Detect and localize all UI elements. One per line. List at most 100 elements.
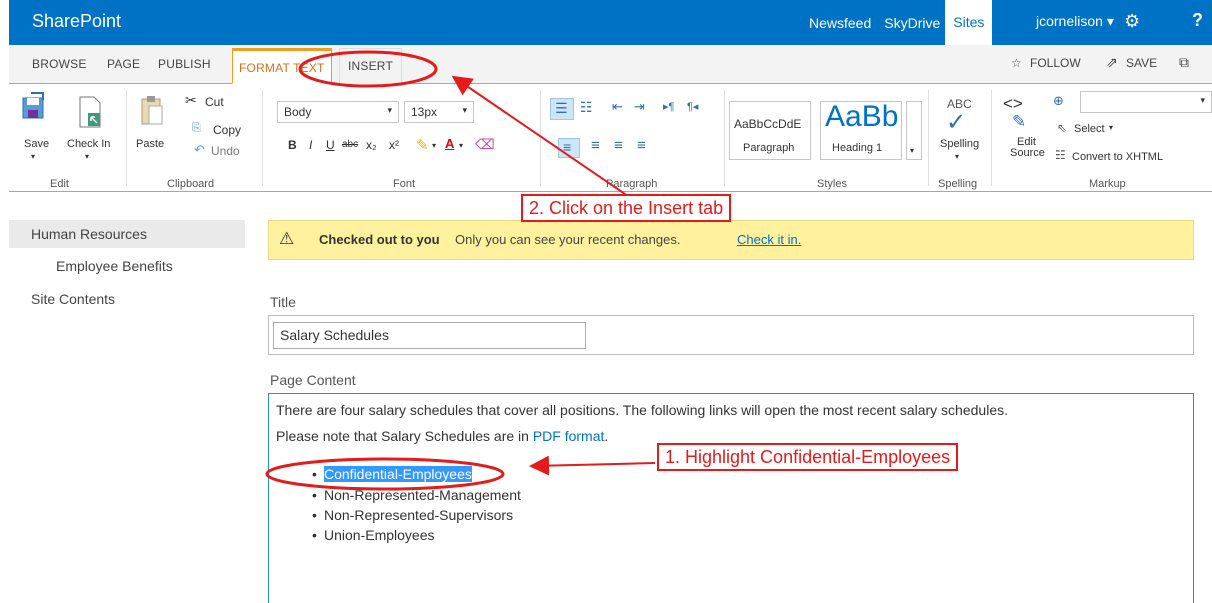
tab-format-text[interactable]: FORMAT TEXT (232, 48, 332, 84)
rtl-icon[interactable]: ¶◂ (687, 100, 698, 113)
superscript-button[interactable]: x² (389, 138, 399, 152)
copy-icon[interactable]: ⎘ (192, 122, 201, 135)
font-style-select[interactable]: Body ▾ (277, 101, 399, 123)
ribbon-separator (724, 90, 725, 186)
ltr-icon[interactable]: ▸¶ (663, 100, 674, 113)
content-line-1: There are four salary schedules that cov… (276, 402, 1008, 418)
select-cursor-icon[interactable]: ⇖ (1057, 121, 1067, 135)
check-in-link[interactable]: Check it in. (737, 232, 801, 247)
group-label-spelling: Spelling (938, 178, 978, 190)
align-right-icon[interactable]: ≡ (614, 137, 623, 154)
subscript-button[interactable]: x₂ (366, 138, 377, 152)
style-paragraph-sample: AaBbCcDdE (734, 117, 802, 131)
spelling-button[interactable]: Spelling (940, 138, 979, 150)
status-bold: Checked out to you (319, 232, 440, 247)
language-icon[interactable]: ⊕ (1053, 93, 1064, 109)
underline-button[interactable]: U (326, 138, 335, 152)
highlight-color-icon[interactable]: ✎ (416, 136, 429, 154)
cut-button[interactable]: Cut (205, 95, 224, 109)
chevron-down-icon[interactable]: ▾ (955, 152, 959, 161)
clear-format-icon[interactable]: ⌫ (475, 136, 495, 153)
bullet-dot: • (312, 507, 317, 523)
gear-icon[interactable]: ⚙ (1124, 11, 1140, 32)
save-icon[interactable] (21, 92, 47, 122)
styles-more-button[interactable]: ▾ (906, 101, 922, 160)
nav-item-human-resources[interactable]: Human Resources (9, 220, 245, 248)
check-in-button[interactable]: Check In (67, 138, 110, 150)
justify-icon[interactable]: ≡ (637, 137, 646, 154)
list-item-confidential-employees[interactable]: Confidential-Employees (324, 466, 472, 482)
list-item-non-represented-supervisors[interactable]: Non-Represented-Supervisors (324, 507, 513, 523)
chevron-down-icon[interactable]: ▾ (459, 141, 463, 150)
convert-icon[interactable]: ☷ (1055, 148, 1066, 162)
align-left-button[interactable]: ≡ (558, 138, 580, 158)
tab-publish[interactable]: PUBLISH (158, 57, 211, 71)
save-dropdown-icon[interactable]: ▾ (31, 152, 35, 161)
save-button[interactable]: Save (24, 138, 49, 150)
tab-insert[interactable]: INSERT (339, 48, 402, 84)
follow-button[interactable]: FOLLOW (1030, 56, 1081, 70)
copy-button[interactable]: Copy (213, 123, 241, 137)
bold-button[interactable]: B (288, 138, 297, 152)
edit-source-line2[interactable]: Source (1010, 147, 1045, 159)
convert-xhtml-button[interactable]: Convert to XHTML (1072, 151, 1163, 163)
step1-callout: 1. Highlight Confidential-Employees (657, 443, 959, 471)
cut-icon[interactable]: ✂ (185, 92, 197, 109)
bullets-button[interactable]: ☰ (550, 98, 574, 120)
star-icon[interactable]: ☆ (1011, 56, 1022, 70)
bullet-list-icon: ☰ (555, 100, 568, 116)
chevron-down-icon[interactable]: ▾ (1109, 123, 1113, 132)
checkmark-icon[interactable]: ✓ (946, 108, 966, 137)
indent-icon[interactable]: ⇥ (634, 99, 645, 115)
group-label-paragraph: Paragraph (606, 178, 658, 190)
style-paragraph[interactable]: AaBbCcDdE Paragraph (729, 101, 811, 160)
align-center-icon[interactable]: ≡ (591, 137, 600, 154)
markup-styles-select[interactable]: ▾ (1080, 91, 1212, 113)
ribbon-separator (126, 90, 127, 186)
list-item-union-employees[interactable]: Union-Employees (324, 527, 435, 543)
style-heading-1[interactable]: AaBb Heading 1 (820, 101, 902, 160)
focus-content-icon[interactable]: ⧉ (1179, 54, 1189, 71)
paste-button[interactable]: Paste (136, 138, 164, 150)
outdent-icon[interactable]: ⇤ (612, 99, 623, 115)
help-icon[interactable]: ? (1192, 10, 1203, 31)
font-color-icon[interactable]: A (445, 136, 454, 151)
chevron-down-icon: ▾ (1200, 95, 1205, 105)
sites-link[interactable]: Sites (945, 0, 993, 45)
save-page-icon[interactable]: ⇗ (1106, 54, 1118, 71)
check-in-icon[interactable] (77, 96, 103, 128)
group-label-styles: Styles (817, 178, 847, 190)
chevron-down-icon[interactable]: ▾ (432, 141, 436, 150)
numbered-list-icon[interactable]: ☷ (580, 99, 593, 116)
pdf-format-link[interactable]: PDF format (533, 428, 605, 444)
content-line-2-suffix: . (604, 428, 609, 444)
font-style-value: Body (284, 105, 312, 119)
content-line-2-prefix: Please note that Salary Schedules are in (276, 428, 533, 444)
bullet-dot: • (312, 487, 317, 503)
edit-source-icon[interactable]: <> (1003, 94, 1023, 114)
group-label-edit: Edit (50, 178, 69, 190)
strikethrough-button[interactable]: abc (342, 139, 358, 150)
tab-page[interactable]: PAGE (107, 57, 140, 71)
title-label: Title (270, 294, 296, 310)
italic-button[interactable]: I (309, 138, 312, 152)
list-item-non-represented-management[interactable]: Non-Represented-Management (324, 487, 521, 503)
font-size-select[interactable]: 13px ▾ (404, 101, 474, 123)
tab-browse[interactable]: BROWSE (32, 57, 87, 71)
skydrive-link[interactable]: SkyDrive (884, 15, 940, 31)
user-menu[interactable]: jcornelison ▾ (1036, 13, 1114, 30)
paste-icon[interactable] (140, 94, 164, 126)
newsfeed-link[interactable]: Newsfeed (809, 15, 871, 31)
select-button[interactable]: Select (1074, 123, 1105, 135)
undo-button[interactable]: Undo (211, 144, 240, 158)
nav-item-site-contents[interactable]: Site Contents (31, 291, 115, 307)
undo-icon[interactable]: ↶ (194, 142, 205, 158)
nav-item-employee-benefits[interactable]: Employee Benefits (56, 258, 173, 274)
title-input[interactable]: Salary Schedules (273, 322, 586, 349)
brand-title[interactable]: SharePoint (32, 11, 121, 32)
check-in-dropdown-icon[interactable]: ▾ (85, 152, 89, 161)
save-page-button[interactable]: SAVE (1126, 56, 1157, 70)
page-content-label: Page Content (270, 372, 356, 388)
chevron-down-icon: ▾ (910, 146, 915, 155)
style-heading-name: Heading 1 (832, 142, 883, 154)
